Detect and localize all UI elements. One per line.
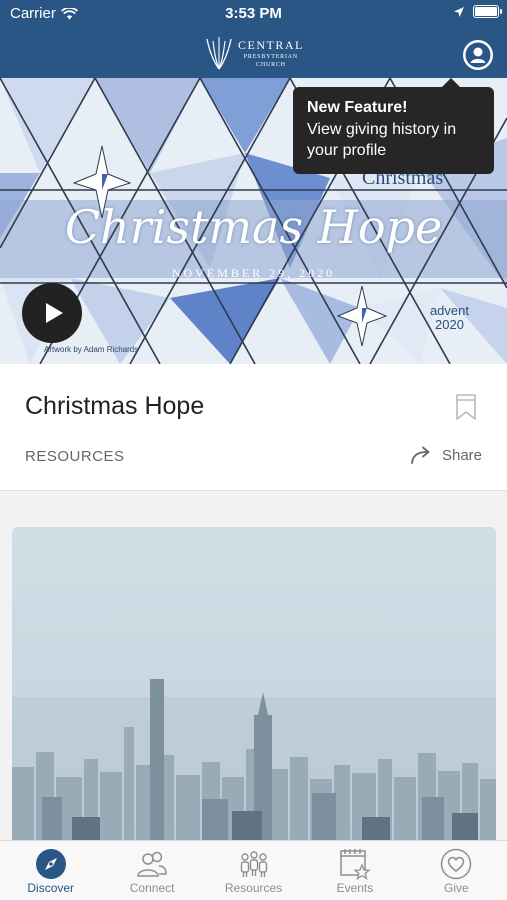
logo-line-2: PRESBYTERIAN (243, 53, 299, 60)
battery-icon (473, 5, 502, 18)
tab-events-label: Events (336, 881, 374, 895)
bookmark-icon[interactable] (455, 393, 477, 421)
logo-mark-icon (206, 37, 232, 70)
clock: 3:53 PM (225, 5, 282, 22)
content-title: Christmas Hope (25, 392, 205, 420)
church-logo[interactable]: CENTRAL PRESBYTERIAN CHURCH (206, 33, 304, 73)
new-feature-tooltip[interactable]: New Feature! View giving history in your… (293, 78, 494, 174)
advent-badge: advent 2020 (429, 303, 469, 333)
logo-line-3: CHURCH (256, 61, 286, 68)
tab-give[interactable]: Give (406, 841, 507, 900)
heart-icon (441, 848, 472, 880)
group-icon (240, 851, 267, 877)
tab-resources[interactable]: Resources (203, 841, 304, 900)
status-right (453, 5, 502, 18)
tab-events[interactable]: Events (304, 841, 405, 900)
tab-discover[interactable]: Discover (0, 841, 101, 900)
status-bar: Carrier 3:53 PM (0, 0, 507, 28)
person-circle-icon (465, 42, 491, 68)
logo-line-1: CENTRAL (238, 37, 304, 52)
share-arrow-icon (411, 446, 430, 464)
hero-title: Christmas Hope (64, 200, 443, 254)
city-skyline-image (12, 527, 496, 847)
feed-item-image[interactable] (12, 527, 496, 847)
calendar-star-icon (340, 849, 371, 880)
tab-connect-label: Connect (129, 881, 175, 895)
advent-badge-line2: 2020 (435, 317, 464, 333)
people-icon (137, 851, 167, 877)
bottom-tab-bar: Discover Connect Resources Events Give (0, 840, 507, 900)
app-screen: Carrier 3:53 PM CENTRAL PRESBYTERIAN CHU… (0, 0, 507, 900)
app-header: Carrier 3:53 PM CENTRAL PRESBYTERIAN CHU… (0, 0, 507, 78)
tab-give-label: Give (443, 881, 469, 895)
content-category: RESOURCES (25, 448, 125, 465)
logo-text: CENTRAL PRESBYTERIAN CHURCH (238, 39, 304, 68)
content-card: Christmas Hope RESOURCES Share (0, 364, 507, 491)
tab-resources-label: Resources (224, 881, 283, 895)
artwork-credit: Artwork by Adam Richards (44, 345, 139, 354)
play-button[interactable] (22, 283, 82, 343)
tooltip-body: View giving history in your profile (307, 121, 457, 159)
share-label: Share (441, 446, 482, 464)
tab-discover-label: Discover (27, 881, 75, 895)
share-button[interactable]: Share (410, 446, 482, 464)
tab-connect[interactable]: Connect (101, 841, 202, 900)
profile-button[interactable] (463, 40, 493, 70)
tooltip-title: New Feature! (307, 99, 408, 116)
hero-date: NOVEMBER 29, 2020 (171, 266, 336, 280)
advent-badge-line1: advent (429, 303, 469, 318)
compass-icon (35, 849, 66, 879)
location-arrow-icon (454, 6, 464, 17)
